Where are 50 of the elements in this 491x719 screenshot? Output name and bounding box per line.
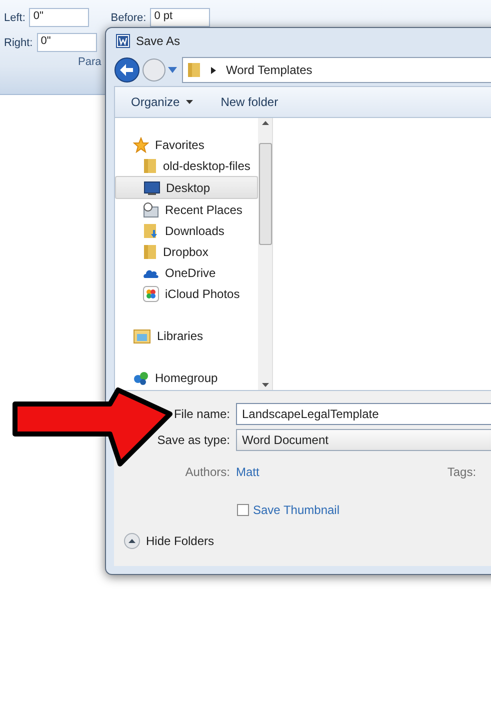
address-bar[interactable]: Word Templates	[182, 57, 491, 83]
nav-item[interactable]: Downloads	[115, 220, 258, 241]
back-button[interactable]	[114, 57, 140, 83]
file-name-label: File name:	[172, 407, 231, 421]
checkbox[interactable]	[237, 504, 249, 516]
hide-folders-button[interactable]: Hide Folders	[124, 533, 214, 549]
spacing-label: Before:	[110, 12, 146, 24]
star-icon	[133, 136, 149, 152]
nav-item[interactable]: Homegroup	[115, 367, 258, 388]
libraries-icon	[133, 328, 151, 344]
folder-icon	[187, 62, 201, 78]
dialog-title: Save As	[136, 34, 180, 48]
organize-button[interactable]: Organize	[131, 95, 193, 109]
indent-field[interactable]: 0"	[29, 8, 90, 27]
nav-item[interactable]: Desktop	[115, 176, 258, 199]
homegroup-icon	[133, 370, 149, 386]
spacing-field[interactable]: 0 pt	[150, 8, 210, 27]
indent-label: Right:	[4, 36, 33, 48]
group-label: Para	[78, 56, 102, 68]
nav-item[interactable]: Libraries	[115, 325, 258, 346]
nav-item[interactable]: Recent Places	[115, 199, 258, 220]
folder-icon	[143, 158, 157, 174]
photos-icon	[143, 286, 159, 302]
save-thumbnail-label[interactable]: Save Thumbnail	[253, 503, 340, 517]
nav-item[interactable]: old-desktop-files	[115, 155, 258, 176]
scroll-up-icon[interactable]	[262, 121, 268, 125]
authors-label: Authors:	[184, 465, 231, 479]
caret-icon	[186, 100, 193, 104]
save-as-type-label: Save as type:	[156, 433, 231, 447]
nav-item[interactable]: Favorites	[115, 134, 258, 155]
history-caret-icon[interactable]	[168, 67, 177, 73]
save-as-type-dropdown[interactable]: Word Document	[236, 429, 491, 451]
new-folder-button[interactable]: New folder	[220, 95, 278, 109]
scroll-down-icon[interactable]	[262, 383, 268, 387]
nav-item[interactable]: OneDrive	[115, 262, 258, 283]
scrollbar[interactable]	[258, 118, 272, 390]
indent-label: Left:	[4, 12, 26, 24]
folder-icon	[143, 244, 157, 260]
tags-label: Tags:	[447, 465, 476, 479]
downloads-folder-icon	[143, 222, 159, 238]
recent-places-icon	[143, 202, 159, 218]
address-text: Word Templates	[226, 63, 312, 77]
monitor-icon	[144, 180, 160, 194]
nav-item[interactable]: iCloud Photos	[115, 283, 258, 304]
indent-field[interactable]: 0"	[36, 33, 97, 52]
authors-value[interactable]: Matt	[236, 465, 260, 479]
nav-item[interactable]: Dropbox	[115, 241, 258, 262]
breadcrumb-arrow-icon	[211, 66, 216, 74]
file-name-field[interactable]: LandscapeLegalTemplate	[236, 403, 491, 425]
word-icon	[116, 34, 130, 48]
